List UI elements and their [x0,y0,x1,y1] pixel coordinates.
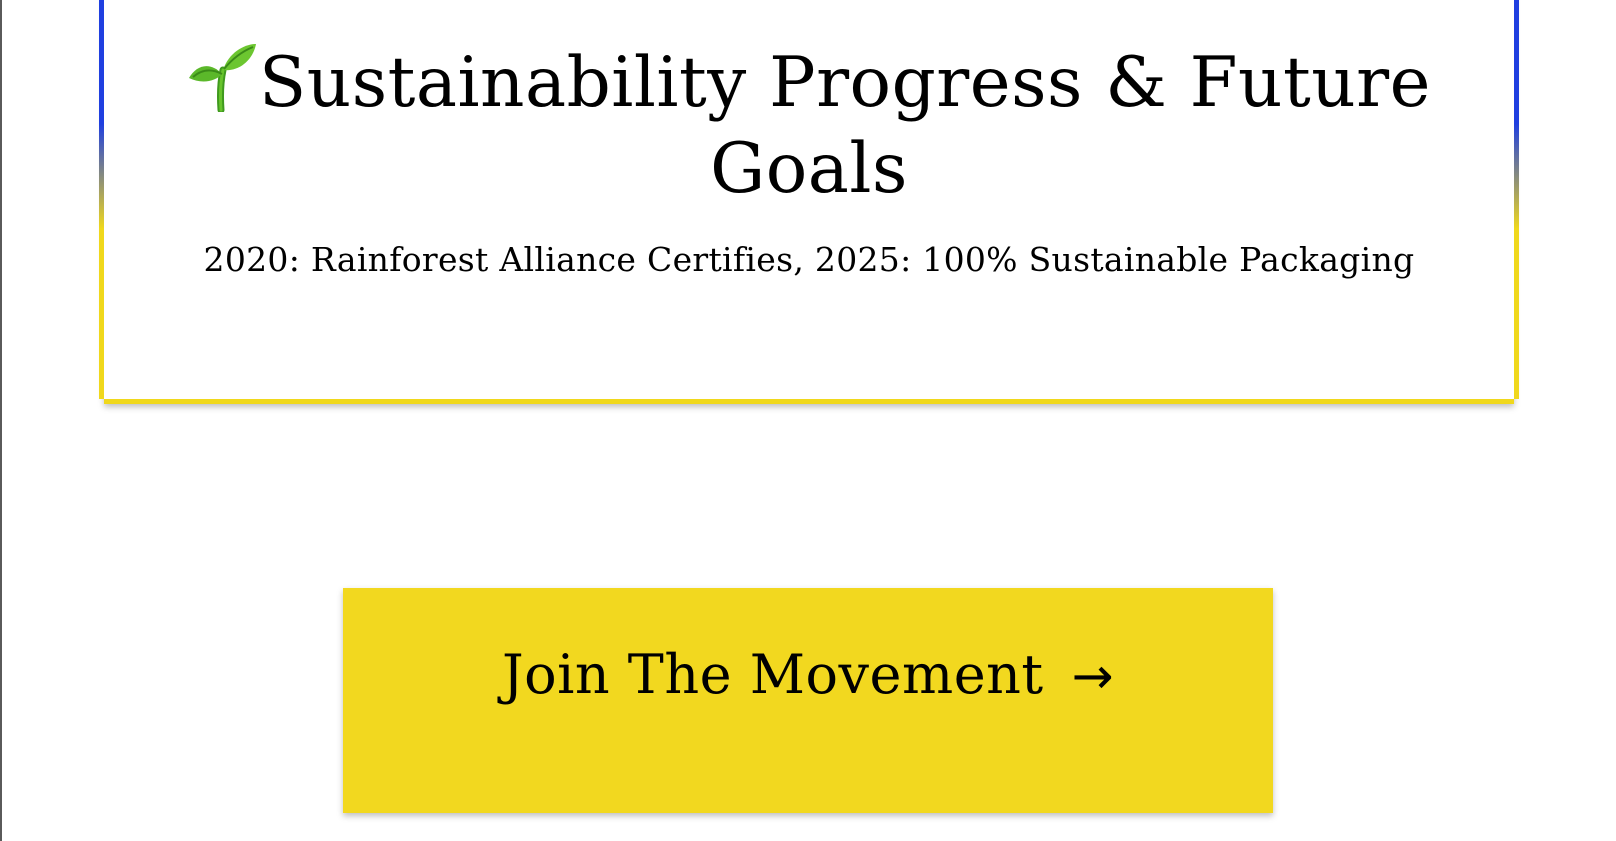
join-movement-label: Join The Movement [501,643,1044,706]
page-title: Sustainability Progress & Future Goals [134,40,1484,212]
join-movement-content: Join The Movement → [343,640,1273,711]
seedling-icon [187,40,257,114]
join-movement-button[interactable]: Join The Movement → [343,588,1273,813]
page-edge [0,0,2,841]
sustainability-card: Sustainability Progress & Future Goals 2… [99,0,1519,404]
page: Sustainability Progress & Future Goals 2… [0,0,1616,841]
page-title-text: Sustainability Progress & Future Goals [259,43,1431,209]
arrow-right-icon: → [1071,647,1115,705]
card-border-right [1514,0,1519,399]
sustainability-milestones: 2020: Rainforest Alliance Certifies, 202… [203,240,1415,279]
